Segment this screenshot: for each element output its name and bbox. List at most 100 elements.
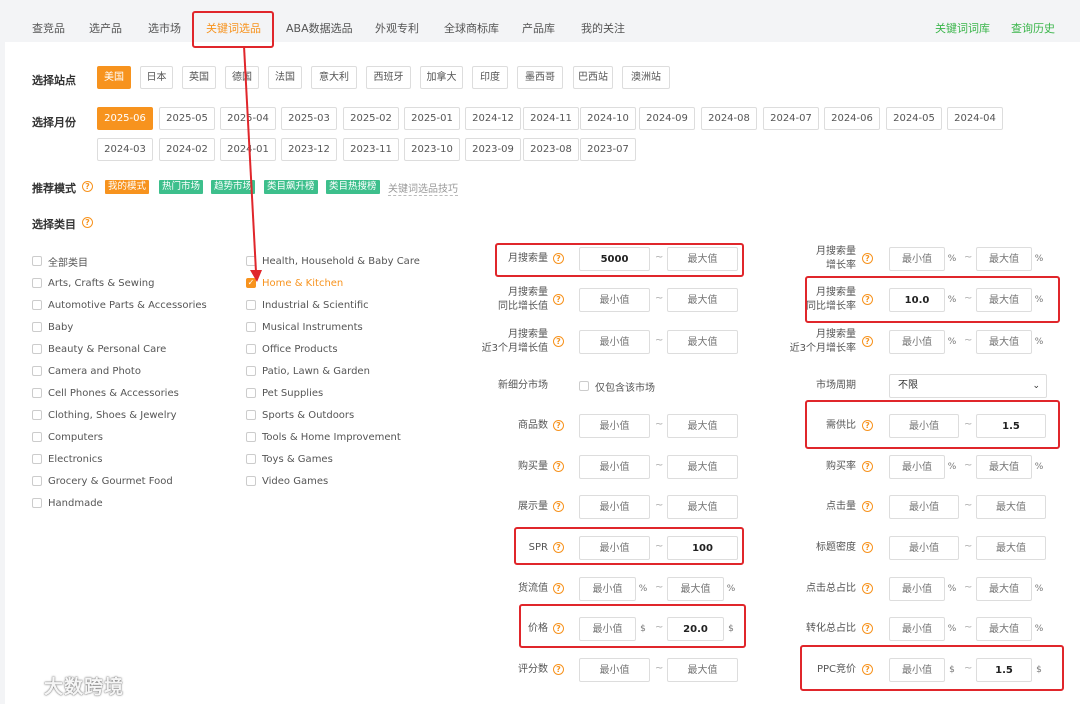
category-item[interactable]: Toys & Games bbox=[246, 450, 333, 468]
range-input[interactable] bbox=[889, 330, 945, 354]
range-input[interactable] bbox=[667, 414, 738, 438]
range-input[interactable] bbox=[579, 288, 650, 312]
range-input[interactable] bbox=[667, 495, 738, 519]
range-input[interactable] bbox=[976, 247, 1032, 271]
checkbox[interactable] bbox=[32, 498, 42, 508]
category-item[interactable]: Patio, Lawn & Garden bbox=[246, 362, 370, 380]
checkbox[interactable] bbox=[246, 476, 256, 486]
range-input[interactable] bbox=[889, 658, 945, 682]
month-option[interactable]: 2024-03 bbox=[97, 138, 153, 161]
checkbox[interactable] bbox=[246, 300, 256, 310]
month-option[interactable]: 2024-08 bbox=[701, 107, 757, 130]
range-input[interactable] bbox=[889, 577, 945, 601]
mode-tag[interactable]: 我的模式 bbox=[105, 180, 150, 194]
checkbox[interactable] bbox=[32, 410, 42, 420]
range-input[interactable] bbox=[579, 414, 650, 438]
range-input[interactable] bbox=[667, 330, 738, 354]
checkbox[interactable] bbox=[246, 256, 256, 266]
month-option[interactable]: 2025-04 bbox=[220, 107, 276, 130]
nav-tab[interactable]: 我的关注 bbox=[581, 20, 625, 36]
category-item[interactable]: Grocery & Gourmet Food bbox=[32, 472, 173, 490]
category-item[interactable]: Sports & Outdoors bbox=[246, 406, 354, 424]
nav-tab[interactable]: 关键词选品 bbox=[206, 20, 261, 36]
range-input[interactable] bbox=[976, 455, 1032, 479]
help-icon[interactable]: ? bbox=[862, 420, 873, 431]
station-option[interactable]: 墨西哥 bbox=[517, 66, 563, 89]
category-item[interactable]: Computers bbox=[32, 428, 103, 446]
new-market-checkbox[interactable]: 仅包含该市场 bbox=[579, 377, 655, 395]
help-icon[interactable]: ? bbox=[553, 253, 564, 264]
range-input[interactable] bbox=[579, 617, 636, 641]
help-icon[interactable]: ? bbox=[553, 623, 564, 634]
station-option[interactable]: 印度 bbox=[472, 66, 508, 89]
station-option[interactable]: 法国 bbox=[268, 66, 302, 89]
category-item[interactable]: Health, Household & Baby Care bbox=[246, 252, 420, 270]
nav-link[interactable]: 查询历史 bbox=[1011, 20, 1055, 36]
category-item[interactable]: Tools & Home Improvement bbox=[246, 428, 401, 446]
checkbox[interactable] bbox=[246, 388, 256, 398]
month-option[interactable]: 2023-08 bbox=[523, 138, 579, 161]
month-option[interactable]: 2023-09 bbox=[465, 138, 521, 161]
help-icon[interactable]: ? bbox=[862, 461, 873, 472]
help-icon[interactable]: ? bbox=[862, 253, 873, 264]
range-input[interactable] bbox=[976, 577, 1032, 601]
station-option[interactable]: 德国 bbox=[225, 66, 259, 89]
month-option[interactable]: 2024-10 bbox=[580, 107, 636, 130]
range-input[interactable] bbox=[667, 617, 724, 641]
range-input[interactable] bbox=[976, 330, 1032, 354]
month-option[interactable]: 2024-04 bbox=[947, 107, 1003, 130]
nav-tab[interactable]: 全球商标库 bbox=[444, 20, 499, 36]
month-option[interactable]: 2025-03 bbox=[281, 107, 337, 130]
nav-tab[interactable]: 选市场 bbox=[148, 20, 181, 36]
month-option[interactable]: 2025-01 bbox=[404, 107, 460, 130]
range-input[interactable] bbox=[976, 536, 1046, 560]
range-input[interactable] bbox=[667, 577, 724, 601]
mode-tag[interactable]: 类目热搜榜 bbox=[326, 180, 380, 194]
month-option[interactable]: 2024-11 bbox=[523, 107, 579, 130]
station-option[interactable]: 巴西站 bbox=[573, 66, 613, 89]
nav-tab[interactable]: 查竞品 bbox=[32, 20, 65, 36]
checkbox[interactable] bbox=[246, 432, 256, 442]
checkbox[interactable] bbox=[246, 410, 256, 420]
month-option[interactable]: 2025-06 bbox=[97, 107, 153, 130]
nav-link[interactable]: 关键词词库 bbox=[935, 20, 990, 36]
range-input[interactable] bbox=[889, 247, 945, 271]
range-input[interactable] bbox=[667, 536, 738, 560]
checkbox[interactable] bbox=[32, 476, 42, 486]
help-icon[interactable]: ? bbox=[862, 336, 873, 347]
nav-tab[interactable]: 选产品 bbox=[89, 20, 122, 36]
nav-tab[interactable]: 外观专利 bbox=[375, 20, 419, 36]
help-icon[interactable]: ? bbox=[553, 461, 564, 472]
checkbox[interactable] bbox=[32, 300, 42, 310]
range-input[interactable] bbox=[579, 455, 650, 479]
month-option[interactable]: 2025-02 bbox=[343, 107, 399, 130]
range-input[interactable] bbox=[889, 495, 959, 519]
help-icon[interactable]: ? bbox=[862, 583, 873, 594]
month-option[interactable]: 2023-10 bbox=[404, 138, 460, 161]
range-input[interactable] bbox=[889, 414, 959, 438]
station-option[interactable]: 英国 bbox=[182, 66, 216, 89]
help-icon[interactable]: ? bbox=[82, 181, 93, 192]
category-item[interactable]: ✓ Home & Kitchen bbox=[246, 274, 343, 292]
station-option[interactable]: 美国 bbox=[97, 66, 131, 89]
month-option[interactable]: 2024-02 bbox=[159, 138, 215, 161]
help-icon[interactable]: ? bbox=[862, 542, 873, 553]
checkbox[interactable] bbox=[246, 344, 256, 354]
mode-tag[interactable]: 类目飙升榜 bbox=[264, 180, 318, 194]
range-input[interactable] bbox=[667, 247, 738, 271]
checkbox[interactable] bbox=[246, 322, 256, 332]
help-icon[interactable]: ? bbox=[862, 501, 873, 512]
category-item[interactable]: Musical Instruments bbox=[246, 318, 363, 336]
category-item[interactable]: Industrial & Scientific bbox=[246, 296, 369, 314]
checkbox-checked[interactable]: ✓ bbox=[246, 278, 256, 288]
month-option[interactable]: 2023-07 bbox=[580, 138, 636, 161]
checkbox[interactable] bbox=[32, 278, 42, 288]
month-option[interactable]: 2023-11 bbox=[343, 138, 399, 161]
category-item[interactable]: Electronics bbox=[32, 450, 103, 468]
range-input[interactable] bbox=[976, 414, 1046, 438]
checkbox[interactable] bbox=[32, 454, 42, 464]
checkbox[interactable] bbox=[579, 381, 589, 391]
category-item[interactable]: Camera and Photo bbox=[32, 362, 141, 380]
category-item[interactable]: Cell Phones & Accessories bbox=[32, 384, 179, 402]
category-item[interactable]: 全部类目 bbox=[32, 252, 88, 270]
